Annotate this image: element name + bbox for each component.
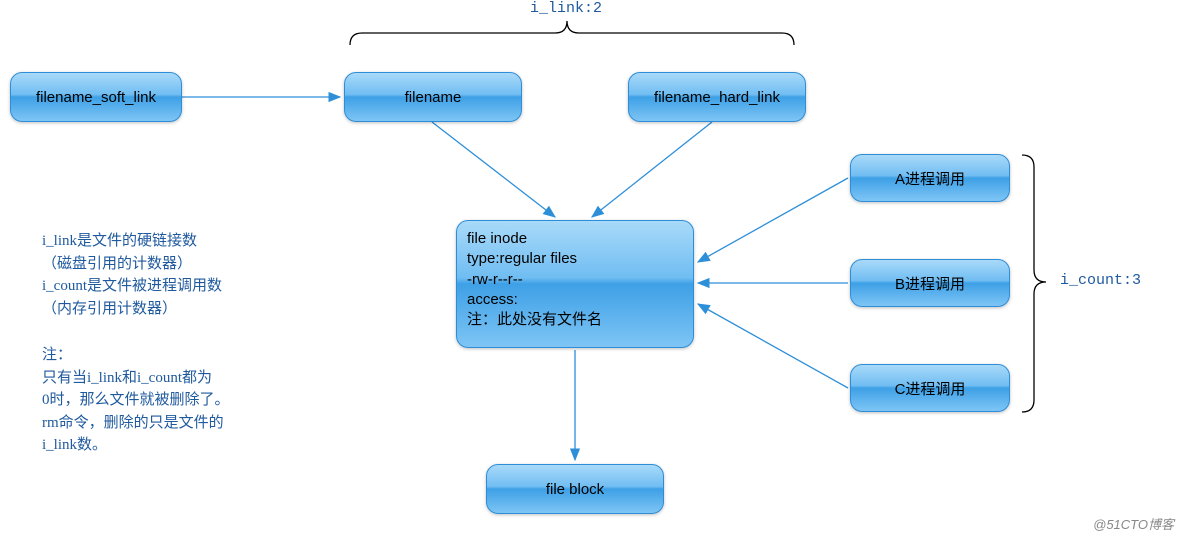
note-block-1: i_link是文件的硬链接数 （磁盘引用的计数器） i_count是文件被进程调… (42, 230, 222, 320)
inode-line-3: -rw-r--r-- (467, 270, 523, 290)
watermark: @51CTO博客 (1093, 514, 1174, 533)
inode-line-4: access: (467, 290, 518, 310)
inode-line-2: type:regular files (467, 249, 577, 269)
node-hard-link: filename_hard_link (628, 72, 806, 122)
i-count-label: i_count:3 (1060, 272, 1141, 289)
node-file-block: file block (486, 464, 664, 514)
inode-line-5: 注：此处没有文件名 (467, 310, 602, 330)
i-link-label: i_link:2 (530, 0, 602, 17)
node-proc-b: B进程调用 (850, 259, 1010, 307)
node-filename: filename (344, 72, 522, 122)
node-proc-a: A进程调用 (850, 154, 1010, 202)
node-inode: file inode type:regular files -rw-r--r--… (456, 220, 694, 348)
node-proc-c: C进程调用 (850, 364, 1010, 412)
note-block-2: 注： 只有当i_link和i_count都为 0时，那么文件就被删除了。 rm命… (42, 344, 230, 457)
inode-line-1: file inode (467, 229, 527, 249)
node-soft-link: filename_soft_link (10, 72, 182, 122)
